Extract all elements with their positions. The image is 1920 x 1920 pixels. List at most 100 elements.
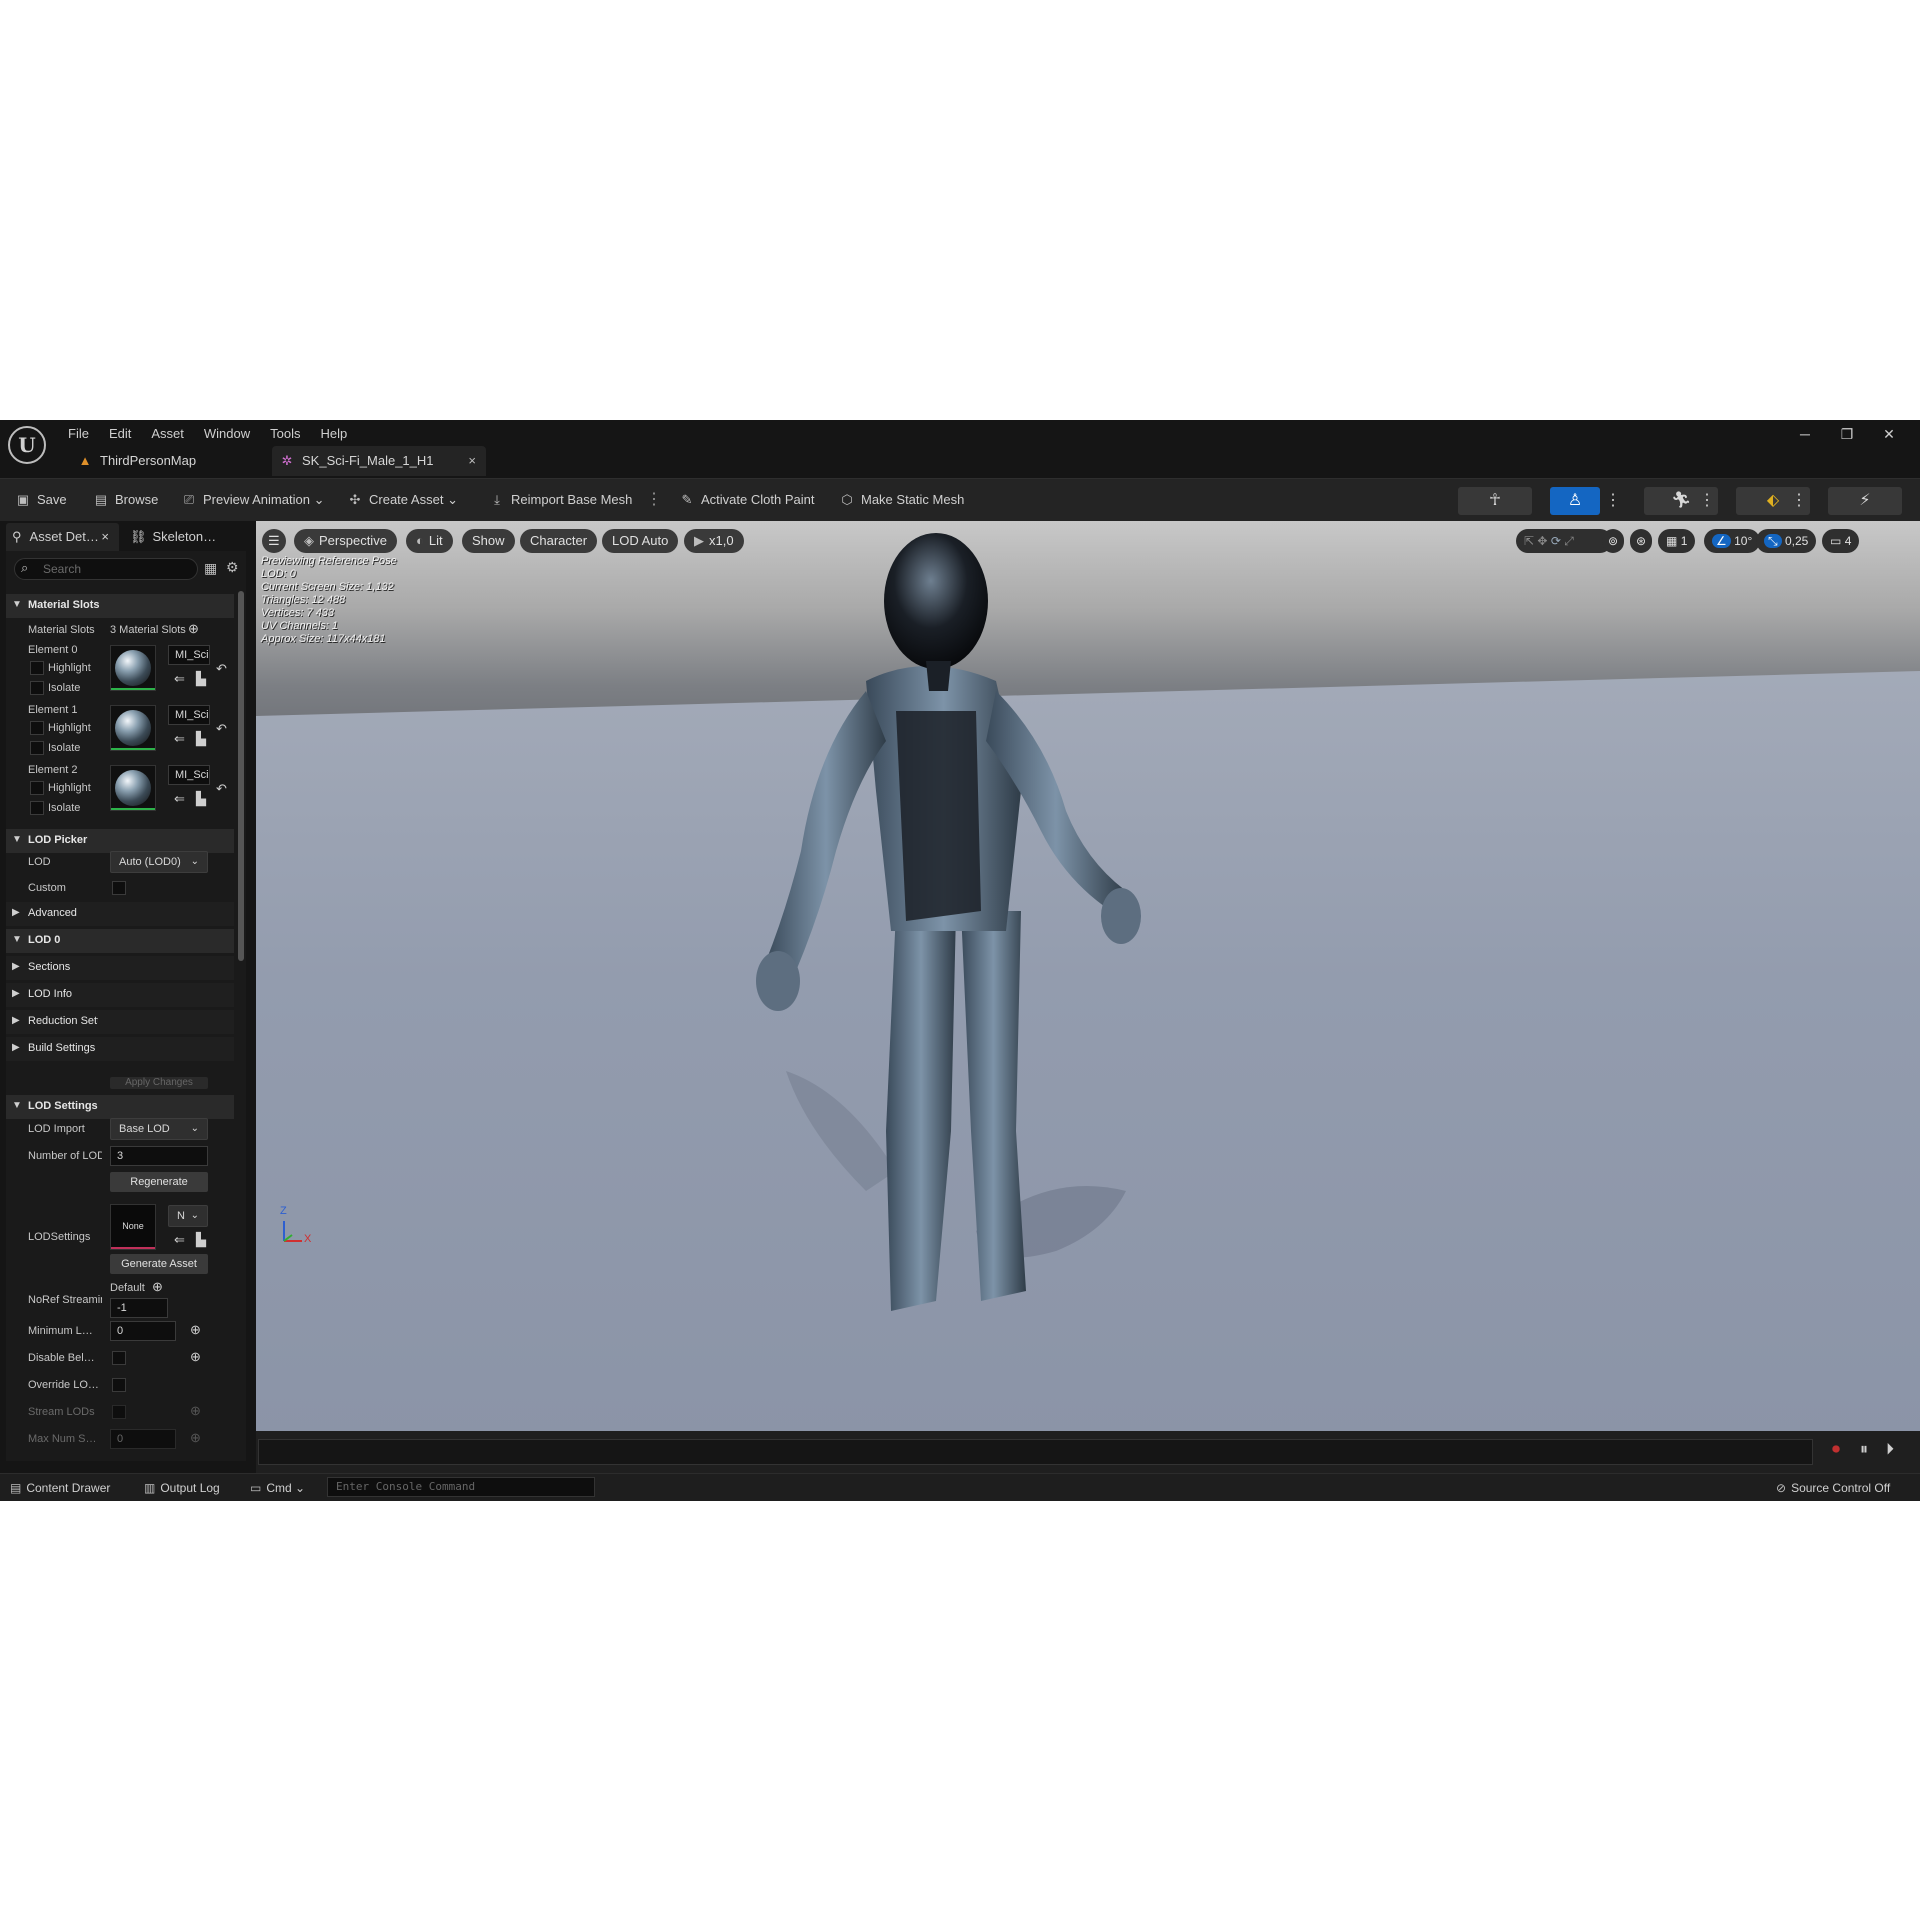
regenerate-button[interactable]: Regenerate	[110, 1172, 208, 1192]
make-static-mesh-button[interactable]: ⬡ Make Static Mesh	[838, 489, 964, 511]
local-space-button[interactable]: ⊚	[1602, 529, 1625, 553]
isolate-checkbox[interactable]	[30, 681, 44, 695]
section-build-settings[interactable]: ▶ Build Settings	[6, 1037, 234, 1061]
custom-checkbox[interactable]	[112, 881, 126, 895]
tab-asset-details[interactable]: ⚲ Asset Det… ×	[6, 523, 119, 551]
browse-asset-icon[interactable]: ▙	[196, 671, 206, 687]
table-view-icon[interactable]: ▦	[204, 560, 217, 577]
add-override-icon[interactable]: ⊕	[190, 1430, 201, 1446]
material-thumbnail[interactable]	[110, 765, 156, 811]
menu-help[interactable]: Help	[310, 424, 357, 444]
unreal-logo-icon[interactable]: U	[8, 426, 46, 464]
section-reduction-settings[interactable]: ▶ Reduction Settings	[6, 1010, 234, 1034]
use-selected-icon[interactable]: ⇐	[174, 731, 185, 747]
select-icon[interactable]: ⇱	[1524, 534, 1534, 548]
close-window-button[interactable]: ✕	[1868, 424, 1910, 444]
cmd-dropdown[interactable]: ▭ Cmd ⌄	[250, 1479, 305, 1497]
use-selected-icon[interactable]: ⇐	[174, 1232, 185, 1248]
browse-asset-icon[interactable]: ▙	[196, 791, 206, 807]
step-forward-icon[interactable]: ⏵	[1886, 1441, 1894, 1459]
activate-cloth-paint-button[interactable]: ✎ Activate Cloth Paint	[678, 489, 815, 511]
menu-file[interactable]: File	[58, 424, 99, 444]
section-lod-picker[interactable]: ▼ LOD Picker	[6, 829, 234, 853]
content-drawer-button[interactable]: ▤ Content Drawer	[10, 1479, 110, 1497]
isolate-checkbox[interactable]	[30, 801, 44, 815]
scale-snap-button[interactable]: ⤡ 0,25	[1756, 529, 1817, 553]
add-override-icon[interactable]: ⊕	[190, 1322, 201, 1338]
number-of-lods-field[interactable]: 3	[110, 1146, 208, 1166]
section-sections[interactable]: ▶ Sections	[6, 956, 234, 980]
material-name-dropdown[interactable]: MI_Sci	[168, 645, 210, 665]
lod-auto-button[interactable]: LOD Auto	[602, 529, 679, 553]
close-tab-icon[interactable]: ×	[468, 446, 476, 476]
reset-icon[interactable]: ↶	[216, 721, 227, 737]
grid-snap-button[interactable]: ▦ 1	[1658, 529, 1696, 553]
camera-speed-button[interactable]: ▭ 4	[1822, 529, 1860, 553]
mesh-mode-options-icon[interactable]: ⋮	[1604, 487, 1622, 515]
tab-third-person-map[interactable]: ▲ ThirdPersonMap	[70, 446, 270, 476]
menu-tools[interactable]: Tools	[260, 424, 310, 444]
create-asset-dropdown[interactable]: ✣ Create Asset ⌄	[346, 489, 458, 511]
browse-asset-icon[interactable]: ▙	[196, 731, 206, 747]
physics-mode-button[interactable]: ⚡︎	[1828, 487, 1902, 515]
restore-button[interactable]: ❐	[1826, 424, 1868, 444]
lit-button[interactable]: ◐ Lit	[406, 529, 453, 553]
add-override-icon[interactable]: ⊕	[152, 1279, 163, 1295]
tab-skeletal-mesh[interactable]: ✲ SK_Sci-Fi_Male_1_H1 ×	[272, 446, 486, 476]
skeleton-mode-button[interactable]: ☥	[1458, 487, 1532, 515]
add-slot-icon[interactable]: ⊕	[188, 621, 199, 637]
material-name-dropdown[interactable]: MI_Sci	[168, 705, 210, 725]
blueprint-mode-options-icon[interactable]: ⋮	[1790, 487, 1808, 515]
reset-icon[interactable]: ↶	[216, 781, 227, 797]
console-command-input[interactable]: Enter Console Command	[327, 1477, 595, 1497]
record-icon[interactable]: ⏺	[1832, 1441, 1840, 1459]
scale-icon[interactable]: ⤢	[1564, 534, 1574, 548]
use-selected-icon[interactable]: ⇐	[174, 791, 185, 807]
highlight-checkbox[interactable]	[30, 721, 44, 735]
menu-edit[interactable]: Edit	[99, 424, 141, 444]
use-selected-icon[interactable]: ⇐	[174, 671, 185, 687]
reimport-base-mesh-button[interactable]: ⤓ Reimport Base Mesh	[488, 489, 632, 511]
minimize-button[interactable]: ─	[1784, 424, 1826, 444]
max-num-field[interactable]: 0	[110, 1429, 176, 1449]
add-override-icon[interactable]: ⊕	[190, 1403, 201, 1419]
tab-skeleton-tree[interactable]: ⛓︎ Skeleton…	[130, 523, 240, 551]
add-override-icon[interactable]: ⊕	[190, 1349, 201, 1365]
move-icon[interactable]: ✥	[1537, 534, 1547, 548]
source-control-button[interactable]: ⊘ Source Control Off	[1776, 1479, 1890, 1497]
output-log-button[interactable]: ▥ Output Log	[144, 1479, 220, 1497]
highlight-checkbox[interactable]	[30, 661, 44, 675]
section-advanced[interactable]: ▶ Advanced	[6, 902, 234, 926]
section-lod-settings[interactable]: ▼ LOD Settings	[6, 1095, 234, 1119]
mesh-mode-button[interactable]: ♙	[1550, 487, 1600, 515]
disable-below-checkbox[interactable]	[112, 1351, 126, 1365]
material-name-dropdown[interactable]: MI_Sci	[168, 765, 210, 785]
perspective-button[interactable]: ◈ Perspective	[294, 529, 397, 553]
pause-icon[interactable]: ⏸	[1860, 1441, 1868, 1459]
section-lod-info[interactable]: ▶ LOD Info	[6, 983, 234, 1007]
angle-snap-button[interactable]: ∠ 10°	[1704, 529, 1761, 553]
highlight-checkbox[interactable]	[30, 781, 44, 795]
timeline-track[interactable]	[258, 1439, 1813, 1465]
close-tab-icon[interactable]: ×	[101, 523, 109, 551]
details-scrollbar[interactable]	[238, 591, 244, 961]
browse-asset-icon[interactable]: ▙	[196, 1232, 206, 1248]
stream-lods-checkbox[interactable]	[112, 1405, 126, 1419]
lod-dropdown[interactable]: Auto (LOD0) ⌄	[110, 851, 208, 873]
details-search-input[interactable]: ⌕ Search	[14, 558, 198, 580]
character-button[interactable]: Character	[520, 529, 598, 553]
override-lod-checkbox[interactable]	[112, 1378, 126, 1392]
browse-button[interactable]: ▤ Browse	[92, 489, 159, 511]
minimum-lod-field[interactable]: 0	[110, 1321, 176, 1341]
menu-window[interactable]: Window	[194, 424, 260, 444]
more-options-icon[interactable]: ⋮	[646, 489, 662, 511]
playback-speed-button[interactable]: ▶ x1,0	[684, 529, 744, 553]
menu-asset[interactable]: Asset	[141, 424, 194, 444]
show-button[interactable]: Show	[462, 529, 515, 553]
lodsettings-thumbnail[interactable]: None	[110, 1204, 156, 1250]
noref-streaming-field[interactable]: -1	[110, 1298, 168, 1318]
transform-tools-group[interactable]: ⇱ ✥ ⟳ ⤢	[1516, 529, 1612, 553]
material-thumbnail[interactable]	[110, 645, 156, 691]
isolate-checkbox[interactable]	[30, 741, 44, 755]
rotate-icon[interactable]: ⟳	[1551, 534, 1561, 548]
